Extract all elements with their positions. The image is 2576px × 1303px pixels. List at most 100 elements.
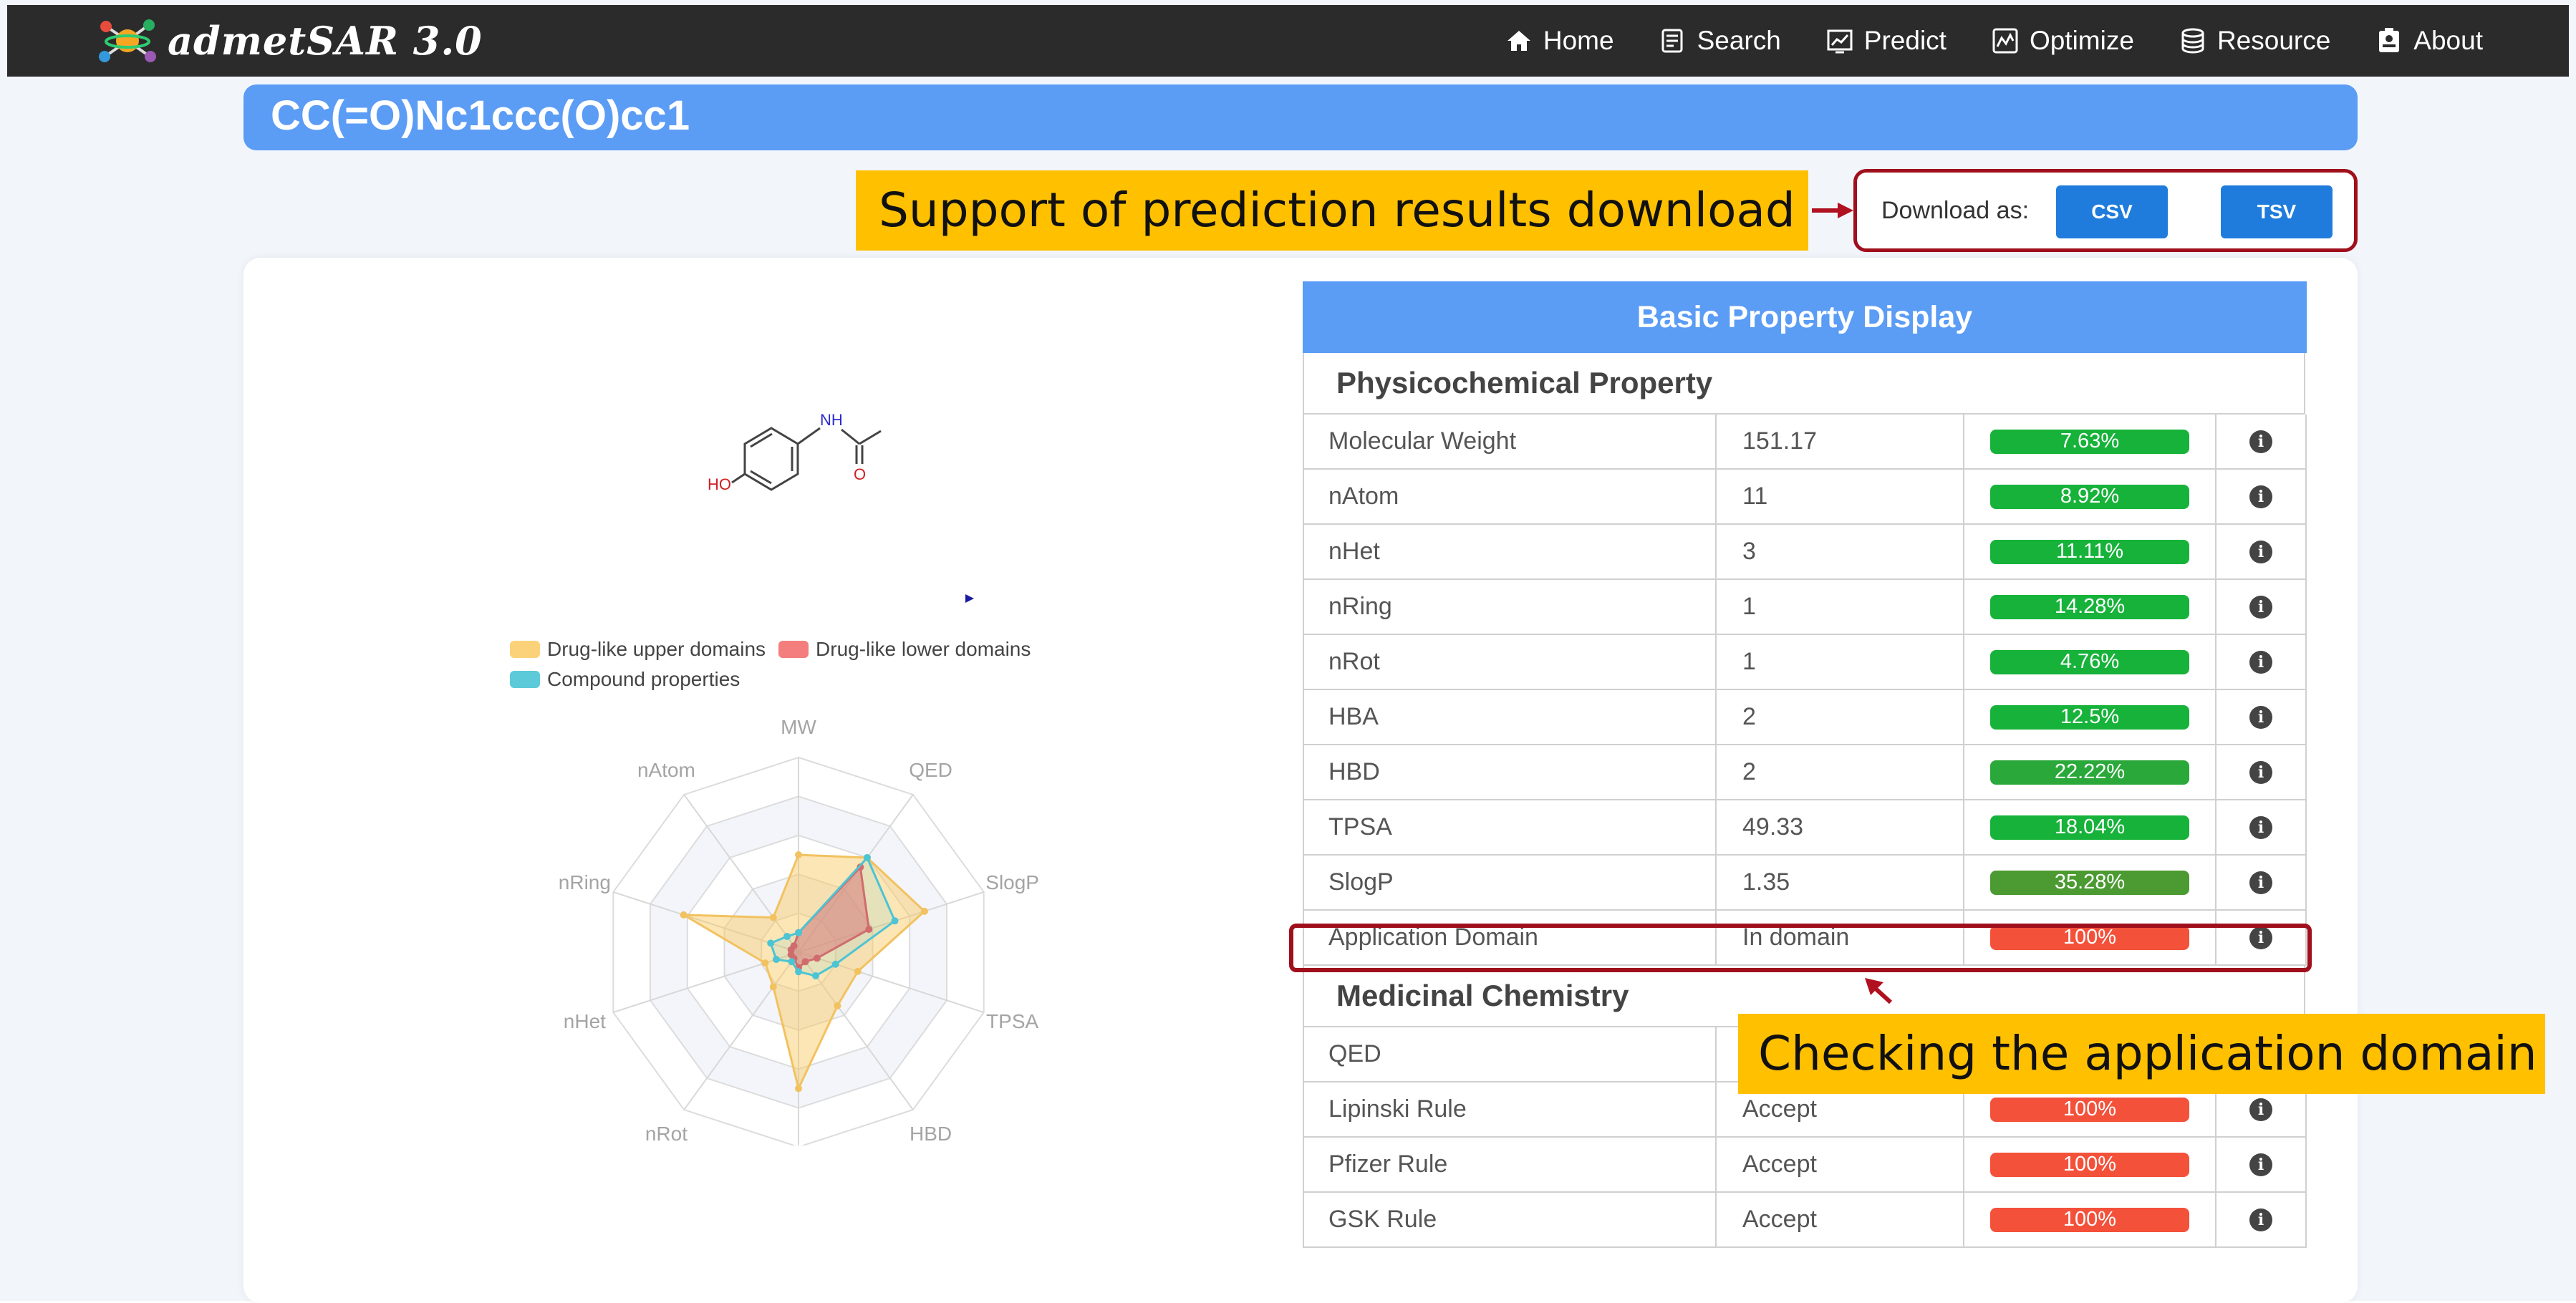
property-name: Lipinski Rule (1304, 1082, 1717, 1136)
info-icon[interactable]: i (2249, 1153, 2272, 1176)
property-row: SlogP 1.35 35.28% i (1303, 856, 2307, 911)
annotation-download: Support of prediction results download (856, 170, 1808, 251)
property-percentile-cell: 100% (1964, 1138, 2216, 1191)
radar-point (788, 958, 796, 966)
radar-point (769, 983, 777, 991)
radar-axis-label: TPSA (986, 1010, 1038, 1032)
nav-predict[interactable]: Predict (1825, 26, 1947, 56)
logo[interactable]: admetSAR 3.0 (93, 15, 483, 67)
radar-point (680, 911, 688, 919)
badge-icon (2379, 28, 2400, 52)
info-icon[interactable]: i (2249, 815, 2272, 839)
radar-point (772, 956, 780, 964)
nav-search-label: Search (1697, 26, 1781, 55)
property-row: nAtom 11 8.92% i (1303, 470, 2307, 525)
radar-point (834, 1002, 841, 1009)
search-doc-icon (1661, 29, 1683, 53)
nav-optimize[interactable]: Optimize (1991, 26, 2134, 56)
radar-axis-label: nRot (645, 1123, 688, 1145)
info-icon[interactable]: i (2249, 1098, 2272, 1121)
property-info-cell: i (2216, 800, 2305, 854)
property-row: nRing 1 14.28% i (1303, 580, 2307, 635)
info-icon[interactable]: i (2249, 871, 2272, 894)
info-icon[interactable]: i (2249, 595, 2272, 619)
property-value: Accept (1717, 1193, 1964, 1246)
legend-lower-domain[interactable]: Drug-like lower domains (778, 638, 1031, 661)
nav-resource-label: Resource (2216, 26, 2331, 55)
percentile-badge: 100% (1990, 1152, 2189, 1177)
annotation-domain: Checking the application domain (1738, 1014, 2545, 1094)
radar-point (761, 959, 769, 967)
legend-swatch-compound (510, 671, 540, 688)
property-percentile-cell: 8.92% (1964, 470, 2216, 523)
info-icon[interactable]: i (2249, 485, 2272, 508)
radar-point (783, 932, 791, 940)
nav-home[interactable]: Home (1505, 26, 1614, 56)
property-value: 49.33 (1717, 800, 1964, 854)
basic-property-panel: Basic Property Display Physicochemical P… (1303, 281, 2307, 1269)
nav-optimize-label: Optimize (2029, 26, 2134, 55)
property-name: nRot (1304, 635, 1717, 689)
top-navbar: admetSAR 3.0 Home Search Predict Optimiz… (7, 5, 2569, 77)
radar-point (769, 914, 777, 921)
radar-axis-label: nHet (564, 1010, 606, 1032)
percentile-badge: 8.92% (1990, 484, 2189, 509)
mol-o-label: O (854, 465, 866, 483)
legend-upper-domain[interactable]: Drug-like upper domains (510, 638, 766, 661)
property-value: Accept (1717, 1138, 1964, 1191)
percentile-badge: 18.04% (1990, 815, 2189, 840)
property-info-cell: i (2216, 470, 2305, 523)
percentile-badge: 35.28% (1990, 870, 2189, 895)
nav-about-label: About (2413, 26, 2483, 55)
property-info-cell: i (2216, 690, 2305, 744)
property-name: nHet (1304, 525, 1717, 578)
nav-search[interactable]: Search (1659, 26, 1781, 56)
brand-name: admetSAR 3.0 (168, 18, 483, 64)
download-csv-button[interactable]: CSV (2056, 185, 2168, 238)
radar-point (854, 967, 862, 975)
property-info-cell: i (2216, 525, 2305, 578)
info-icon[interactable]: i (2249, 705, 2272, 729)
download-label: Download as: (1881, 197, 2030, 224)
radar-point (863, 853, 871, 861)
play-marker-icon (965, 594, 974, 603)
property-info-cell: i (2216, 580, 2305, 634)
nav-about[interactable]: About (2375, 26, 2483, 56)
molecule-structure: NH O HO (708, 411, 882, 493)
info-icon[interactable]: i (2249, 760, 2272, 784)
property-percentile-cell: 22.22% (1964, 745, 2216, 799)
property-name: nRing (1304, 580, 1717, 634)
property-percentile-cell: 100% (1964, 1193, 2216, 1246)
radar-axis-label: nRing (559, 871, 611, 893)
download-tsv-button[interactable]: TSV (2221, 185, 2333, 238)
radar-point (795, 929, 802, 936)
property-percentile-cell: 12.5% (1964, 690, 2216, 744)
property-info-cell: i (2216, 635, 2305, 689)
percentile-badge: 100% (1990, 1207, 2189, 1232)
info-icon[interactable]: i (2249, 430, 2272, 453)
radar-axis-label: SlogP (985, 871, 1039, 893)
property-percentile-cell: 7.63% (1964, 415, 2216, 468)
radar-point (891, 917, 899, 925)
property-name: SlogP (1304, 856, 1717, 909)
radar-point (795, 1085, 802, 1093)
info-icon[interactable]: i (2249, 540, 2272, 563)
smiles-banner: CC(=O)Nc1ccc(O)cc1 (243, 84, 2358, 150)
nav-menu: Home Search Predict Optimize Resource Ab… (1460, 5, 2483, 77)
application-domain-highlight (1289, 924, 2312, 972)
nav-resource[interactable]: Resource (2179, 26, 2330, 56)
property-value: 2 (1717, 690, 1964, 744)
property-row: nHet 3 11.11% i (1303, 525, 2307, 580)
property-info-cell: i (2216, 745, 2305, 799)
info-icon[interactable]: i (2249, 650, 2272, 674)
property-name: TPSA (1304, 800, 1717, 854)
property-panel-title: Basic Property Display (1303, 281, 2307, 353)
radar-axis-label: nAtom (637, 759, 695, 781)
property-value: 11 (1717, 470, 1964, 523)
legend-lower-label: Drug-like lower domains (816, 638, 1031, 660)
info-icon[interactable]: i (2249, 1208, 2272, 1231)
property-name: Molecular Weight (1304, 415, 1717, 468)
optimize-icon (1992, 28, 2018, 54)
property-value: 1 (1717, 635, 1964, 689)
percentile-badge: 22.22% (1990, 760, 2189, 785)
